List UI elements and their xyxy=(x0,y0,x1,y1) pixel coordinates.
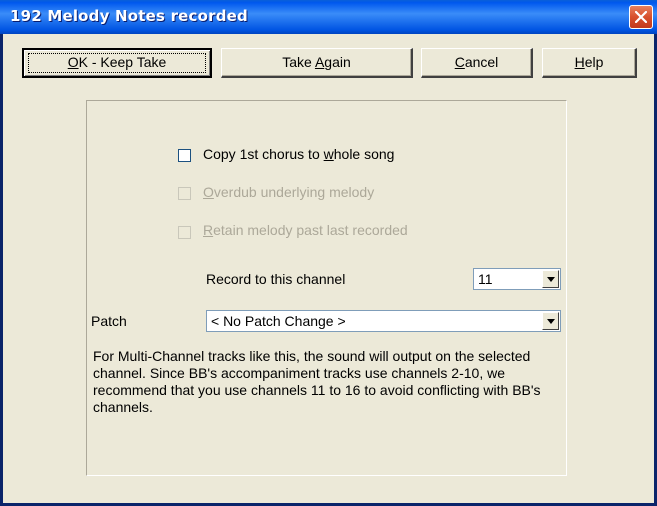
patch-label: Patch xyxy=(91,313,127,329)
chevron-down-icon xyxy=(547,277,555,282)
patch-value: < No Patch Change > xyxy=(211,313,346,329)
overdub-label: Overdub underlying melody xyxy=(203,184,375,200)
overdub-checkbox xyxy=(178,187,191,200)
chevron-down-icon xyxy=(547,319,555,324)
retain-checkbox xyxy=(178,226,191,239)
copy-chorus-label[interactable]: Copy 1st chorus to whole song xyxy=(203,146,394,162)
channel-dropdown-button[interactable] xyxy=(542,270,559,288)
help-button[interactable]: Help xyxy=(542,48,637,78)
close-button[interactable] xyxy=(629,5,653,29)
copy-chorus-checkbox[interactable] xyxy=(178,149,191,162)
dialog-window: 192 Melody Notes recorded OK - Keep Take… xyxy=(0,0,657,506)
patch-dropdown-button[interactable] xyxy=(542,312,559,330)
title-bar[interactable]: 192 Melody Notes recorded xyxy=(0,0,657,34)
patch-select[interactable]: < No Patch Change > xyxy=(206,310,561,332)
channel-select[interactable]: 11 xyxy=(473,268,561,290)
cancel-button[interactable]: Cancel xyxy=(421,48,533,78)
close-icon xyxy=(635,11,647,23)
window-title: 192 Melody Notes recorded xyxy=(10,7,248,25)
channel-value: 11 xyxy=(478,271,493,287)
channel-label: Record to this channel xyxy=(206,271,346,287)
info-text: For Multi-Channel tracks like this, the … xyxy=(93,348,541,415)
focus-rect xyxy=(28,53,206,73)
ok-keep-take-button[interactable]: OK - Keep Take xyxy=(22,48,212,78)
take-again-button[interactable]: Take Again xyxy=(221,48,413,78)
retain-label: Retain melody past last recorded xyxy=(203,222,408,238)
